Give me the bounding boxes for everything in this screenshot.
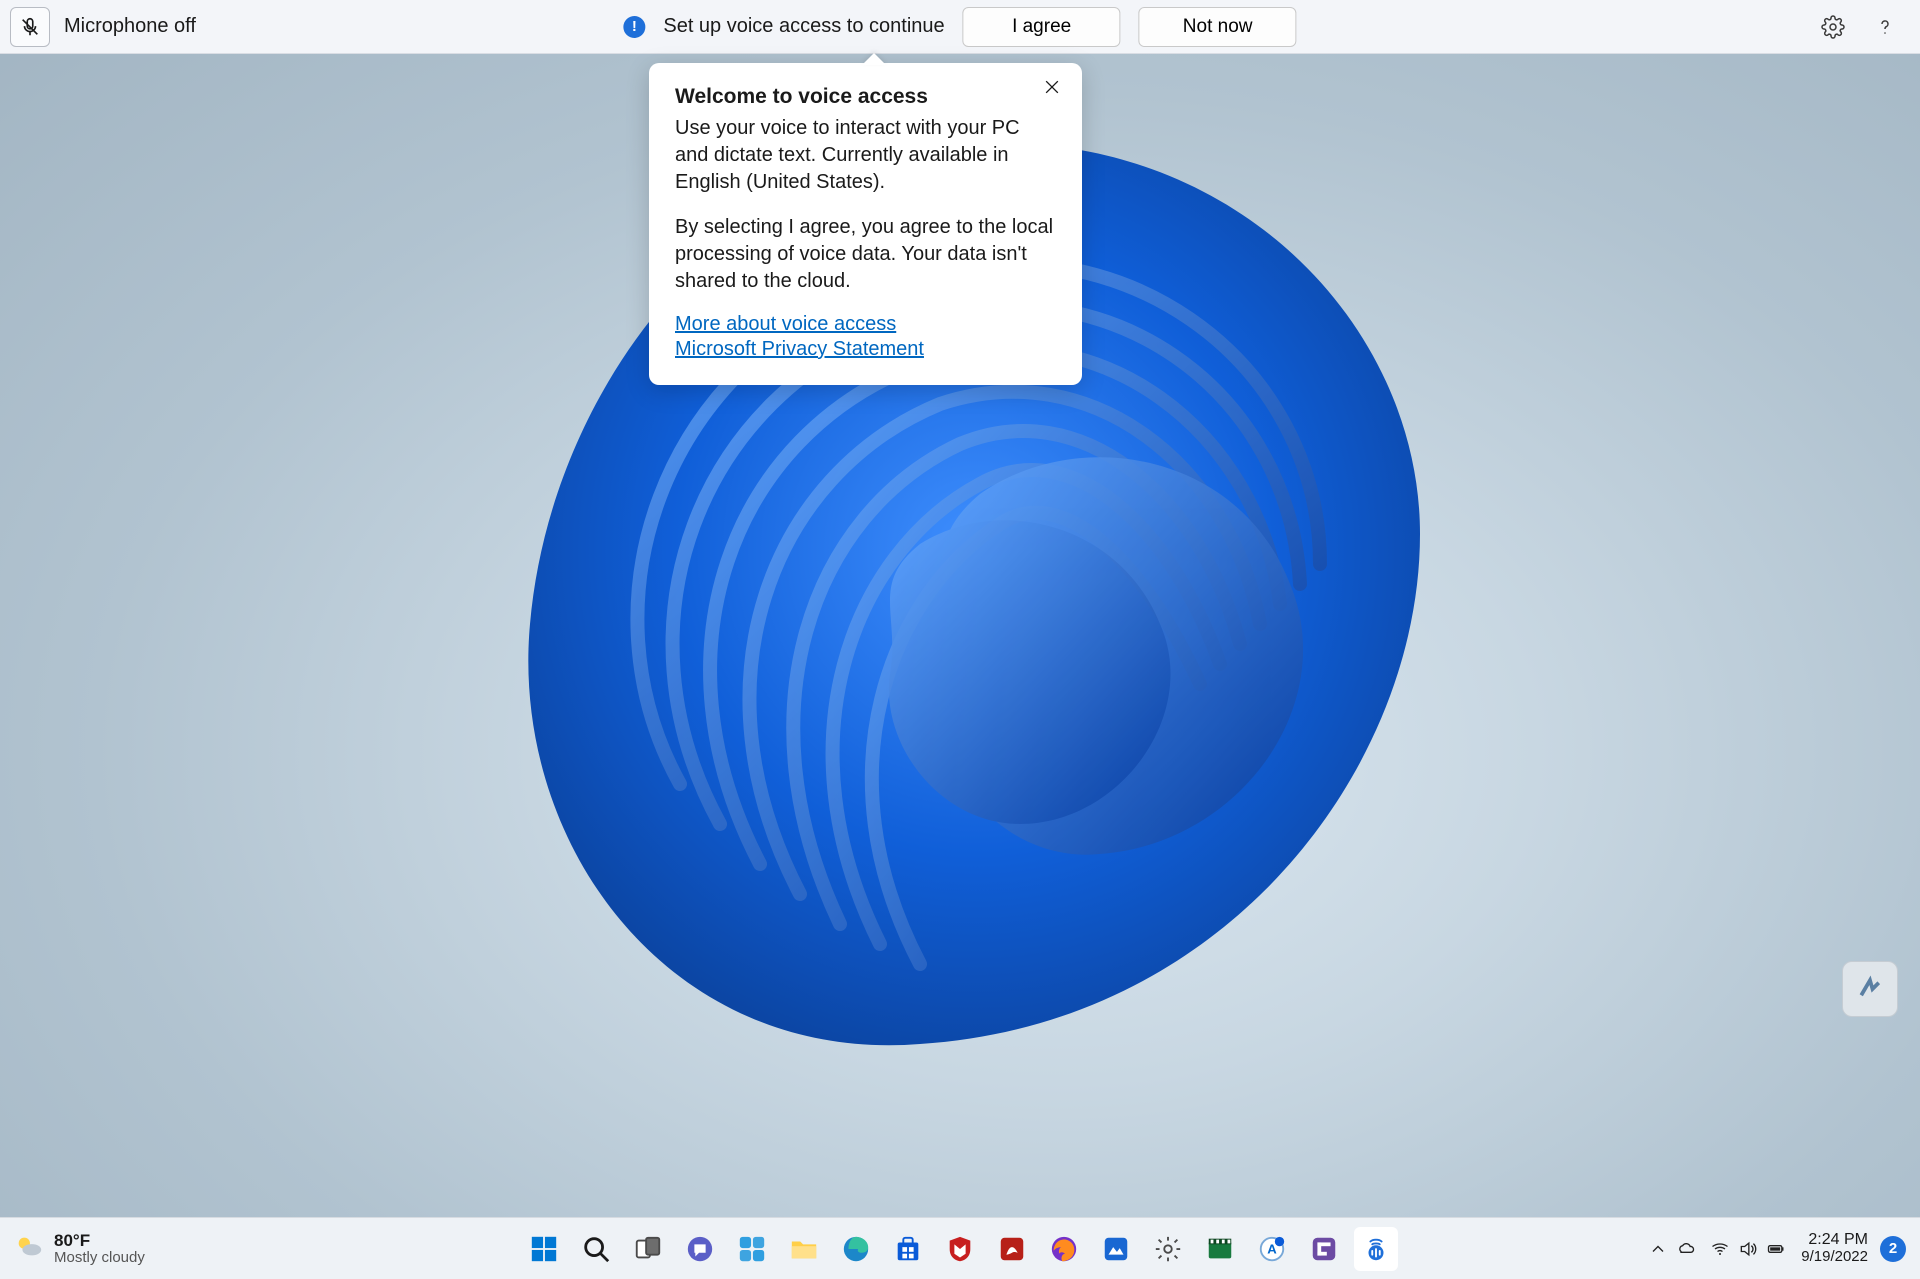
task-view-button[interactable] [626, 1227, 670, 1271]
battery-icon[interactable] [1763, 1229, 1789, 1269]
popup-title: Welcome to voice access [675, 85, 1056, 109]
adobe-reader-button[interactable] [990, 1227, 1034, 1271]
settings-icon[interactable] [1818, 12, 1848, 42]
tray-overflow-icon[interactable] [1645, 1229, 1671, 1269]
more-about-link[interactable]: More about voice access [675, 313, 1056, 336]
desktop-side-widget[interactable] [1842, 961, 1898, 1017]
date: 9/19/2022 [1801, 1249, 1868, 1265]
weather-widget[interactable]: 80°F Mostly cloudy [14, 1231, 145, 1266]
movies-button[interactable] [1198, 1227, 1242, 1271]
clipchamp-button[interactable] [1302, 1227, 1346, 1271]
app-one-button[interactable]: A [1250, 1227, 1294, 1271]
close-icon[interactable] [1042, 77, 1066, 101]
popup-body-1: Use your voice to interact with your PC … [675, 115, 1056, 196]
onedrive-icon[interactable] [1673, 1229, 1699, 1269]
firefox-button[interactable] [1042, 1227, 1086, 1271]
setup-message: Set up voice access to continue [663, 15, 944, 38]
start-button[interactable] [522, 1227, 566, 1271]
chat-button[interactable] [678, 1227, 722, 1271]
popup-body-2: By selecting I agree, you agree to the l… [675, 214, 1056, 295]
volume-icon[interactable] [1735, 1229, 1761, 1269]
voice-access-button[interactable] [1354, 1227, 1398, 1271]
weather-cond: Mostly cloudy [54, 1250, 145, 1266]
system-tray: 2:24 PM 9/19/2022 2 [1645, 1229, 1906, 1269]
settings-button[interactable] [1146, 1227, 1190, 1271]
widgets-button[interactable] [730, 1227, 774, 1271]
wifi-icon[interactable] [1707, 1229, 1733, 1269]
not-now-button[interactable]: Not now [1139, 7, 1297, 47]
taskbar: 80°F Mostly cloudy A 2:24 PM 9/19/2022 [0, 1217, 1920, 1279]
mic-status-label: Microphone off [64, 15, 196, 38]
edge-button[interactable] [834, 1227, 878, 1271]
voice-access-bar: Microphone off Set up voice access to co… [0, 0, 1920, 54]
mcafee-button[interactable] [938, 1227, 982, 1271]
screenshot-tool-button[interactable] [1094, 1227, 1138, 1271]
time: 2:24 PM [1801, 1232, 1868, 1249]
store-button[interactable] [886, 1227, 930, 1271]
weather-icon [14, 1231, 44, 1266]
notification-count[interactable]: 2 [1880, 1236, 1906, 1262]
search-button[interactable] [574, 1227, 618, 1271]
file-explorer-button[interactable] [782, 1227, 826, 1271]
taskbar-apps: A [522, 1227, 1398, 1271]
clock[interactable]: 2:24 PM 9/19/2022 [1801, 1232, 1868, 1265]
agree-button[interactable]: I agree [963, 7, 1121, 47]
info-icon [623, 16, 645, 38]
weather-temp: 80°F [54, 1232, 145, 1250]
privacy-link[interactable]: Microsoft Privacy Statement [675, 338, 1056, 361]
help-icon[interactable] [1870, 12, 1900, 42]
voice-access-center: Set up voice access to continue I agree … [623, 7, 1296, 47]
voice-access-popup: Welcome to voice access Use your voice t… [649, 63, 1082, 385]
mic-toggle-button[interactable] [10, 7, 50, 47]
